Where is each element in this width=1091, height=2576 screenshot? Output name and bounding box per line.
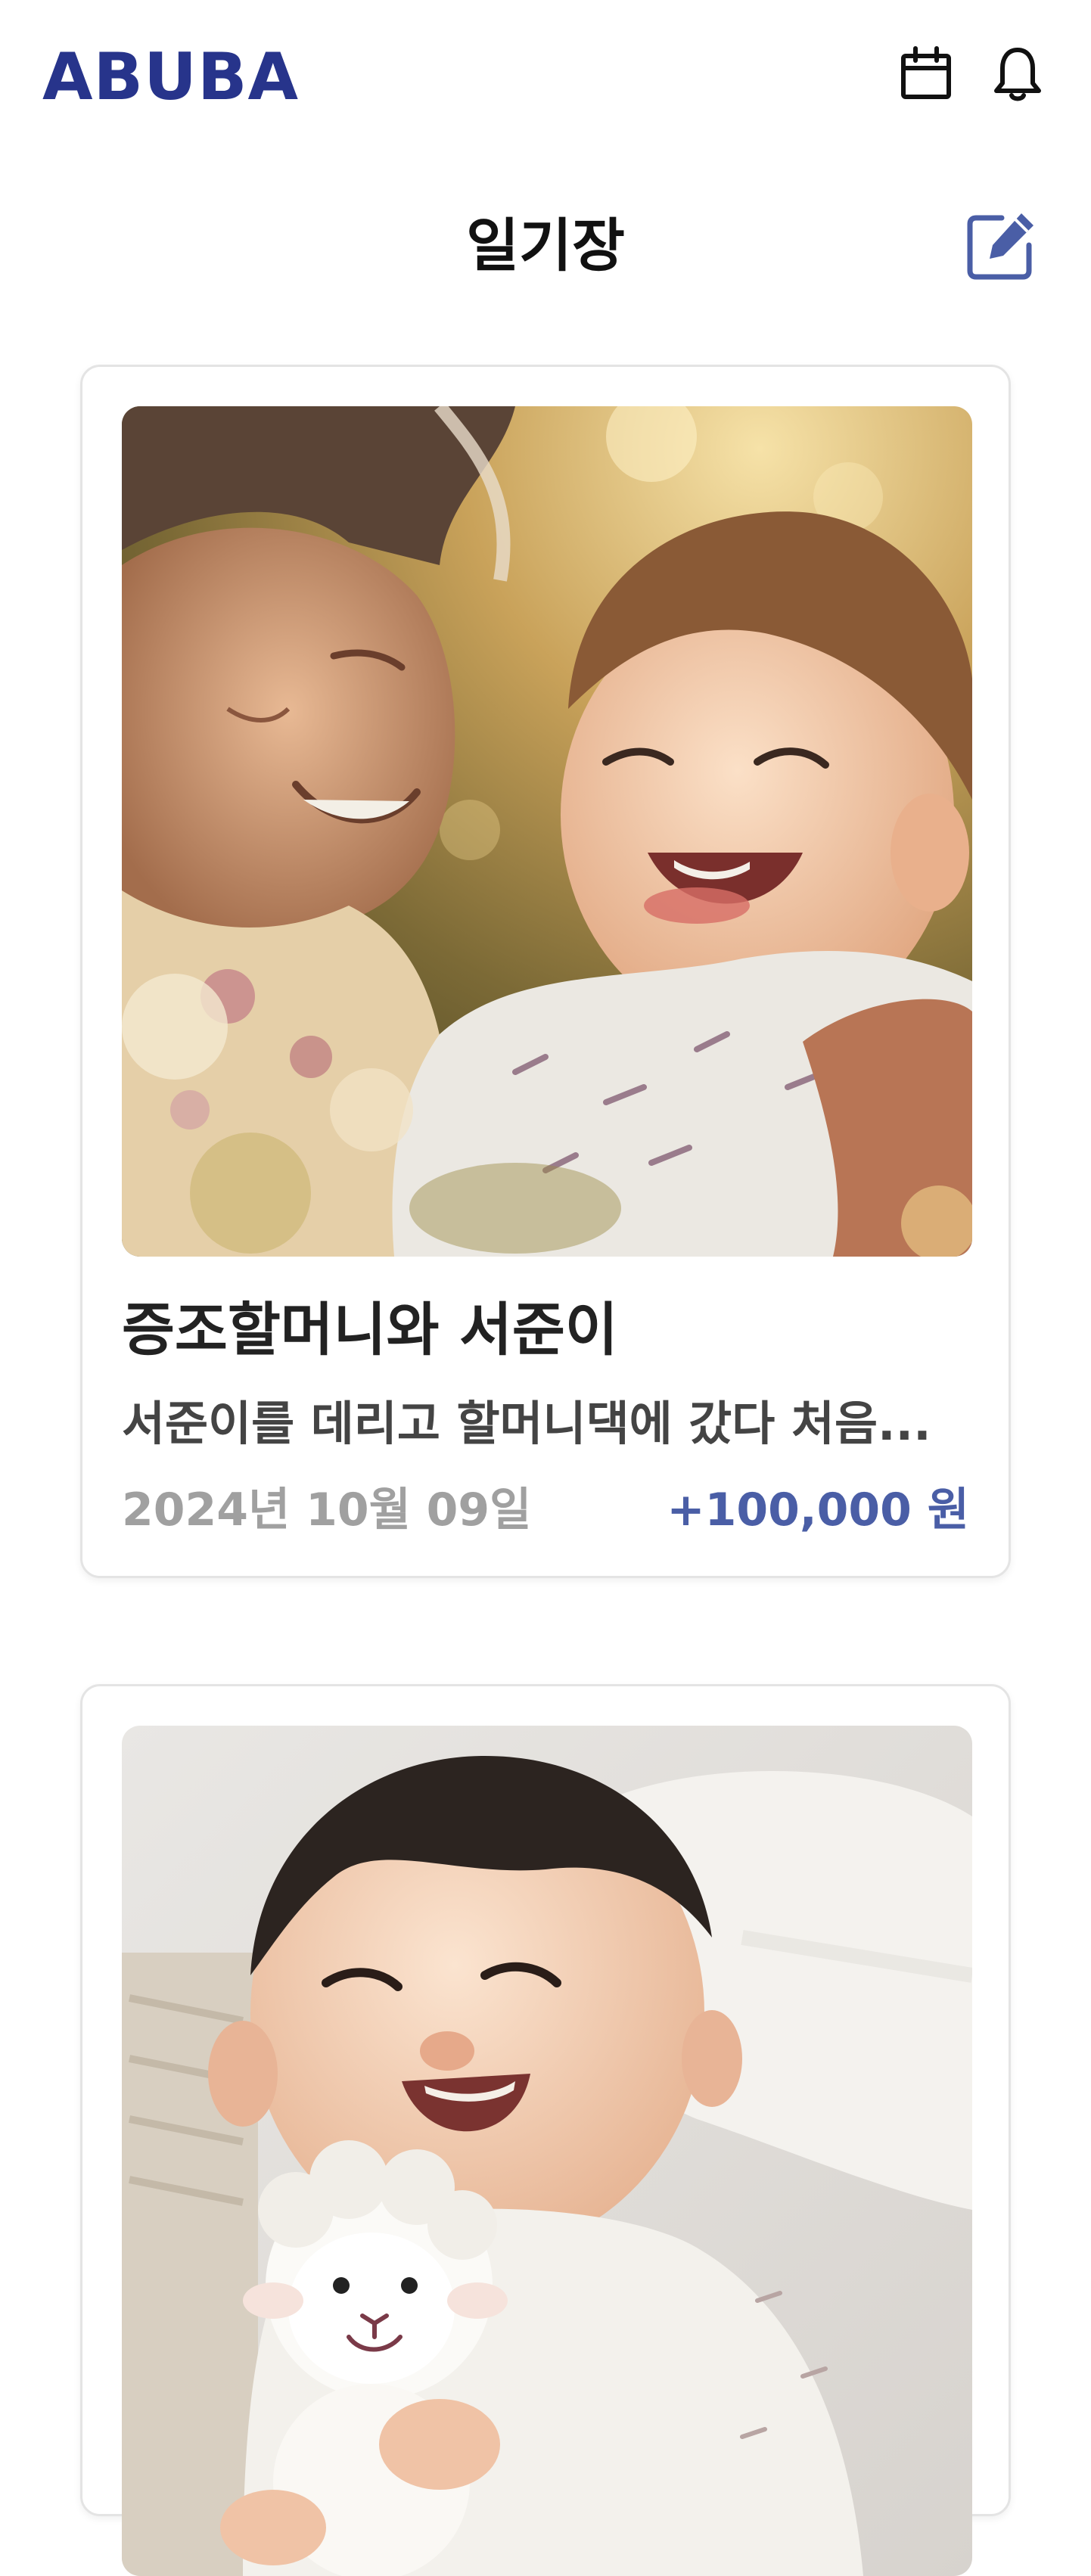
diary-card[interactable]: 증조할머니와 서준이 서준이를 데리고 할머니댁에 갔다 처음... 2024년…: [80, 365, 1011, 1578]
bell-icon[interactable]: [987, 44, 1048, 104]
edit-icon: [967, 213, 1033, 280]
diary-date: 2024년 10월 09일: [122, 1484, 532, 1537]
diary-amount: +100,000 원: [667, 1484, 969, 1537]
diary-title: 증조할머니와 서준이: [122, 1296, 618, 1363]
diary-photo: [122, 406, 972, 1257]
diary-excerpt: 서준이를 데리고 할머니댁에 갔다 처음...: [122, 1396, 931, 1451]
top-app-bar: ABUBA: [0, 0, 1091, 151]
diary-card[interactable]: [80, 1684, 1011, 2576]
page-title: 일기장: [466, 212, 625, 279]
diary-photo: [122, 1726, 972, 2576]
calendar-icon[interactable]: [896, 44, 956, 104]
app-logo[interactable]: ABUBA: [42, 39, 299, 115]
page-header: 일기장: [0, 197, 1091, 295]
edit-button[interactable]: [962, 209, 1038, 284]
